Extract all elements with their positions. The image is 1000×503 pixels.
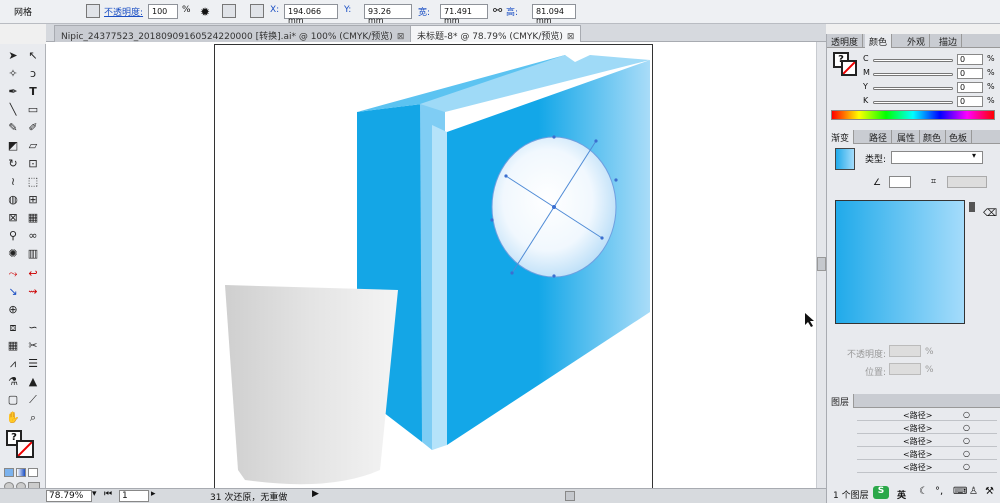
mesh-point <box>504 174 508 178</box>
right-panel-dock: 透明度 颜色 外观 描边 ? C 0 % M 0 % Y 0 % K 0 % 渐… <box>826 34 1000 503</box>
next-page-icon[interactable]: ▸ <box>151 489 156 499</box>
tab-transparency[interactable]: 透明度 <box>827 34 864 48</box>
mesh-point <box>510 271 514 275</box>
opacity-label: 不透明度: <box>847 350 887 360</box>
layer-item[interactable]: <路径> ○ <box>857 410 997 421</box>
tab-layers[interactable]: 图层 <box>827 394 855 408</box>
layer-item[interactable]: <路径> ○ <box>857 462 997 473</box>
aspect-input[interactable] <box>947 176 987 188</box>
channel-c-slider[interactable] <box>873 59 953 62</box>
mesh-point <box>490 218 494 222</box>
delete-stop-icon[interactable]: ⌫ <box>983 208 997 219</box>
aspect-icon: ⌗ <box>931 177 937 187</box>
channel-m: M 0 % <box>863 68 995 79</box>
layer-item[interactable]: <路径> ○ <box>857 436 997 447</box>
ime-user-icon[interactable]: ♙ <box>969 486 978 497</box>
status-menu-icon[interactable]: ▶ <box>312 489 319 499</box>
ime-logo[interactable]: S <box>873 486 889 499</box>
first-page-icon[interactable]: ⏮ <box>104 489 112 499</box>
tab-color[interactable]: 颜色 <box>865 34 893 48</box>
ime-lang[interactable]: 英 <box>897 488 906 501</box>
gradient-stop-icon[interactable] <box>969 202 975 212</box>
gradient-opacity-input[interactable] <box>889 345 921 357</box>
tab-pathfinder[interactable]: 路径 <box>865 130 893 144</box>
channel-m-input[interactable]: 0 <box>957 68 983 79</box>
ime-punct-icon[interactable]: °, <box>935 486 943 497</box>
gradient-panel-tabs: 渐变 路径 属性 颜色 色板 <box>827 130 1000 144</box>
channel-m-slider[interactable] <box>873 73 953 76</box>
mesh-point <box>594 139 598 143</box>
tab-gradient[interactable]: 渐变 <box>827 130 855 144</box>
channel-k-slider[interactable] <box>873 101 953 104</box>
tab-stroke[interactable]: 描边 <box>935 34 963 48</box>
layers-panel-tabs: 图层 <box>827 394 1000 408</box>
mesh-point <box>552 135 556 139</box>
layer-count: 1 个图层 <box>833 491 869 501</box>
mesh-point <box>600 236 604 240</box>
ime-tools-icon[interactable]: ⚒ <box>985 486 994 497</box>
channel-k: K 0 % <box>863 96 995 107</box>
gradient-type-select[interactable] <box>891 151 983 164</box>
mesh-point <box>552 274 556 278</box>
tab-swatches[interactable]: 色板 <box>945 130 973 144</box>
channel-y: Y 0 % <box>863 82 995 93</box>
tab-color-2[interactable]: 颜色 <box>919 130 947 144</box>
vertical-scrollbar[interactable] <box>816 42 826 488</box>
layer-item[interactable]: <路径> ○ <box>857 423 997 434</box>
angle-icon: ∠ <box>873 178 882 188</box>
channel-y-slider[interactable] <box>873 87 953 90</box>
channel-k-input[interactable]: 0 <box>957 96 983 107</box>
color-stroke-swatch[interactable] <box>841 60 857 76</box>
horizontal-scroll-thumb[interactable] <box>565 491 575 501</box>
chevron-down-icon[interactable]: ▾ <box>92 489 97 499</box>
box-middle-edge <box>432 125 447 450</box>
angle-input[interactable] <box>889 176 911 188</box>
ime-keyboard-icon[interactable]: ⌨ <box>953 486 967 497</box>
target-icon[interactable]: ○ <box>963 410 970 419</box>
target-icon[interactable]: ○ <box>963 436 970 445</box>
gradient-swatch[interactable] <box>835 148 855 170</box>
tab-attributes[interactable]: 属性 <box>893 130 921 144</box>
channel-c: C 0 % <box>863 54 995 65</box>
status-bar: 78.79% ▾ ⏮ 1 ▸ 31 次还原，无重做 ▶ <box>0 488 826 503</box>
mouse-cursor <box>805 313 814 327</box>
zoom-select[interactable]: 78.79% <box>46 490 92 502</box>
target-icon[interactable]: ○ <box>963 462 970 471</box>
target-icon[interactable]: ○ <box>963 449 970 458</box>
channel-y-input[interactable]: 0 <box>957 82 983 93</box>
page-select[interactable]: 1 <box>119 490 149 502</box>
gradient-preview[interactable] <box>835 200 965 324</box>
layer-item[interactable]: <路径> ○ <box>857 449 997 460</box>
location-label: 位置: <box>865 368 887 378</box>
mesh-point <box>614 178 618 182</box>
ime-moon-icon[interactable]: ☾ <box>919 486 928 497</box>
color-spectrum[interactable] <box>831 110 995 120</box>
scrollbar-thumb[interactable] <box>817 257 826 271</box>
cup <box>225 285 398 485</box>
tab-appearance[interactable]: 外观 <box>903 34 931 48</box>
gradient-type-label: 类型: <box>865 155 887 165</box>
target-icon[interactable]: ○ <box>963 423 970 432</box>
artwork[interactable] <box>0 0 826 488</box>
color-panel-tabs: 透明度 颜色 外观 描边 <box>827 34 1000 48</box>
chevron-down-icon[interactable]: ▾ <box>972 151 976 160</box>
channel-c-input[interactable]: 0 <box>957 54 983 65</box>
undo-status: 31 次还原，无重做 <box>210 493 288 503</box>
mesh-point <box>552 205 556 209</box>
gradient-location-input[interactable] <box>889 363 921 375</box>
